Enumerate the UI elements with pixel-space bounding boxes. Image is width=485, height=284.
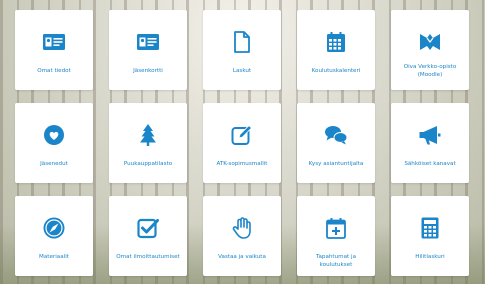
id-card-icon [42, 30, 66, 54]
tile-label: Omat ilmoittautumiset [116, 254, 180, 260]
tile-label: Koulutuskalenteri [311, 68, 361, 74]
tile-label: Kysy asiantuntijalta [308, 161, 364, 167]
megaphone-icon [418, 123, 442, 147]
tile-tapahtumat-ja-koulutukset[interactable]: Tapahtumat ja koulutukset [297, 196, 375, 276]
chat-icon [324, 123, 348, 147]
tile-label: Hilitlaskuri [415, 254, 445, 260]
tile-label: ATK-sopimusmallit [216, 161, 268, 167]
tile-jasenkortti[interactable]: Jäsenkortti [109, 10, 187, 90]
tile-laskut[interactable]: Laskut [203, 10, 281, 90]
tile-omat-tiedot[interactable]: Omat tiedot [15, 10, 93, 90]
tile-vastaa-ja-vaikuta[interactable]: Vastaa ja vaikuta [203, 196, 281, 276]
tile-label: Jäsenkortti [133, 68, 163, 74]
tile-materiaalit[interactable]: Materiaalit [15, 196, 93, 276]
heart-icon [42, 123, 66, 147]
tile-label: Sähköiset kanavat [404, 161, 456, 167]
document-icon [230, 30, 254, 54]
tree-icon [136, 123, 160, 147]
tile-label: Jäsenedut [40, 161, 68, 167]
tile-label: Materiaalit [39, 254, 69, 260]
tile-atk-sopimusmallit[interactable]: ATK-sopimusmallit [203, 103, 281, 183]
tile-omat-ilmoittautumiset[interactable]: Omat ilmoittautumiset [109, 196, 187, 276]
tile-jasenedut[interactable]: Jäsenedut [15, 103, 93, 183]
calendar-icon [324, 30, 348, 54]
calendar-plus-icon [324, 216, 348, 240]
hand-icon [230, 216, 254, 240]
tile-sahkoiset-kanavat[interactable]: Sähköiset kanavat [391, 103, 469, 183]
tile-grid: Omat tiedot Jäsenkortti Laskut Koulutusk… [15, 10, 469, 276]
edit-icon [230, 123, 254, 147]
oiva-logo-icon [418, 30, 442, 54]
tile-label: Oiva Verkko-opisto (Moodle) [403, 64, 457, 78]
compass-icon [42, 216, 66, 240]
tile-puukauppatilasto[interactable]: Puukauppatilasto [109, 103, 187, 183]
checkbox-icon [136, 216, 160, 240]
member-card-icon [136, 30, 160, 54]
tile-label: Vastaa ja vaikuta [218, 254, 266, 260]
tile-label: Puukauppatilasto [123, 161, 173, 167]
tile-label: Omat tiedot [37, 68, 71, 74]
tile-kysy-asiantuntijalta[interactable]: Kysy asiantuntijalta [297, 103, 375, 183]
calculator-icon [418, 216, 442, 240]
tile-hilitlaskuri[interactable]: Hilitlaskuri [391, 196, 469, 276]
tile-label: Tapahtumat ja koulutukset [315, 254, 356, 268]
tile-koulutuskalenteri[interactable]: Koulutuskalenteri [297, 10, 375, 90]
tile-oiva-verkko-opisto[interactable]: Oiva Verkko-opisto (Moodle) [391, 10, 469, 90]
tile-label: Laskut [232, 68, 252, 74]
